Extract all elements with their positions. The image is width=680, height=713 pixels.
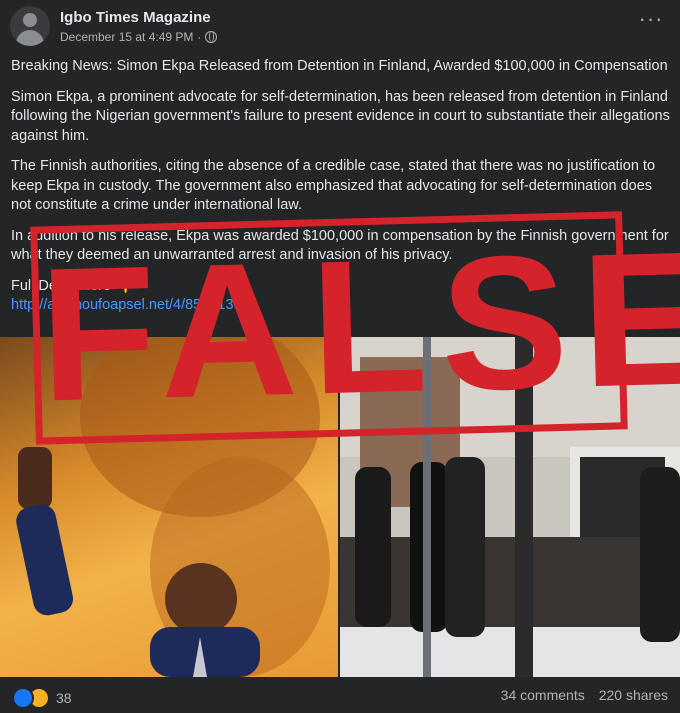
reactions-summary[interactable]: 38 bbox=[12, 687, 72, 709]
post-paragraph: Simon Ekpa, a prominent advocate for sel… bbox=[11, 88, 670, 144]
post-header: Igbo Times Magazine December 15 at 4:49 … bbox=[0, 0, 680, 52]
like-icon bbox=[12, 687, 34, 709]
more-options-button[interactable]: ··· bbox=[636, 8, 666, 38]
post-meta: December 15 at 4:49 PM · bbox=[60, 30, 218, 44]
post-stats: 34 comments 220 shares bbox=[501, 687, 668, 703]
false-stamp-overlay: FALSE bbox=[30, 211, 680, 445]
page-name-link[interactable]: Igbo Times Magazine bbox=[60, 9, 211, 26]
post-paragraph: The Finnish authorities, citing the abse… bbox=[11, 158, 656, 213]
timestamp-link[interactable]: December 15 at 4:49 PM bbox=[60, 30, 193, 44]
false-stamp-text: FALSE bbox=[37, 211, 680, 442]
meta-separator: · bbox=[197, 30, 202, 44]
reaction-count: 38 bbox=[56, 690, 72, 706]
avatar-body bbox=[16, 30, 44, 46]
globe-icon bbox=[205, 31, 218, 43]
post-footer: 38 34 comments 220 shares bbox=[0, 677, 680, 713]
post-headline: Breaking News: Simon Ekpa Released from … bbox=[11, 58, 668, 74]
shares-count-link[interactable]: 220 shares bbox=[599, 687, 668, 703]
comments-count-link[interactable]: 34 comments bbox=[501, 687, 585, 703]
avatar-head bbox=[23, 13, 37, 27]
avatar[interactable] bbox=[10, 6, 50, 46]
